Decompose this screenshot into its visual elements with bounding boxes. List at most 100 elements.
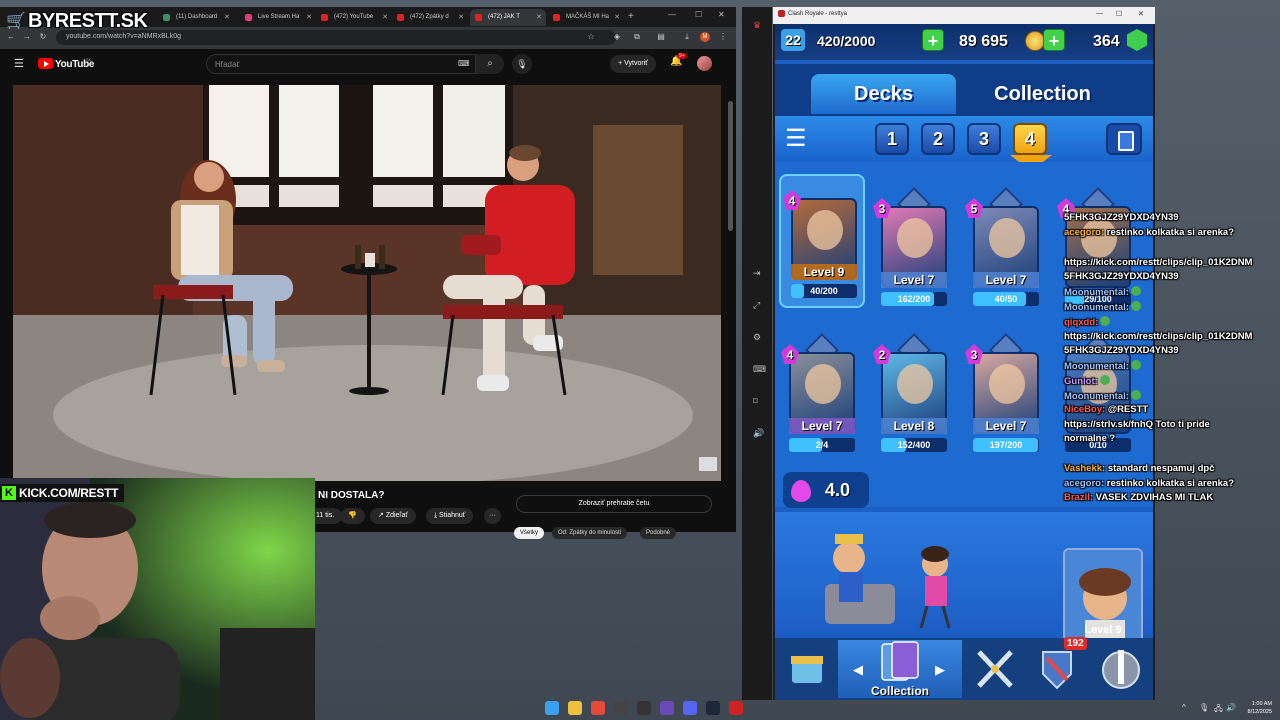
- tab-close-icon[interactable]: ✕: [306, 13, 312, 21]
- clock[interactable]: 1:00 AM 8/12/2025: [1236, 700, 1272, 716]
- profile-avatar[interactable]: M: [700, 32, 710, 42]
- tab-collection[interactable]: Collection: [965, 74, 1120, 114]
- keyboard-icon[interactable]: ⌨: [458, 59, 470, 68]
- menu-icon[interactable]: ☰: [14, 57, 24, 70]
- chat-username[interactable]: Moonumental:: [1064, 361, 1129, 372]
- maximize-icon[interactable]: ☐: [695, 10, 702, 19]
- new-tab-button[interactable]: +: [628, 11, 634, 22]
- speaker-icon[interactable]: 🔊: [1226, 703, 1236, 712]
- reload-icon[interactable]: ↻: [38, 32, 48, 42]
- filter-chip[interactable]: Všetky: [514, 527, 545, 539]
- browser-tab[interactable]: (11) Dashboard ✕: [158, 9, 234, 26]
- start-icon[interactable]: [545, 701, 559, 715]
- search-button[interactable]: ⌕: [476, 54, 504, 74]
- terminal-icon[interactable]: [614, 701, 628, 715]
- minimize-icon[interactable]: —: [1096, 10, 1103, 17]
- forward-icon[interactable]: →: [22, 32, 32, 42]
- add-gems-button[interactable]: +: [1043, 29, 1065, 51]
- back-icon[interactable]: ←: [6, 32, 16, 42]
- chat-username[interactable]: Moonumental:: [1064, 302, 1129, 313]
- file-explorer-icon[interactable]: [568, 701, 582, 715]
- discord-icon[interactable]: [683, 701, 697, 715]
- deck-menu-icon[interactable]: ☰: [785, 127, 813, 151]
- deck-card[interactable]: Level 7 3 197/200: [963, 330, 1049, 464]
- network-icon[interactable]: 🖧: [1214, 703, 1223, 717]
- search-input[interactable]: Hľadať: [206, 54, 476, 74]
- nav-events[interactable]: [1091, 640, 1151, 698]
- chat-replay-button[interactable]: Zobraziť prehratie četu: [516, 495, 712, 513]
- player-level[interactable]: 22: [781, 29, 805, 51]
- deck-card[interactable]: Level 9 4 40/200: [779, 174, 865, 308]
- tab-decks[interactable]: Decks: [811, 74, 956, 114]
- settings-icon[interactable]: ⚙: [753, 332, 761, 343]
- deck-card[interactable]: Level 7 4 2/4: [779, 330, 865, 464]
- download-button[interactable]: ⤓ Stiahnuť: [426, 508, 474, 524]
- close-icon[interactable]: ✕: [1138, 10, 1144, 18]
- tab-close-icon[interactable]: ✕: [458, 13, 464, 21]
- nav-prev-arrow-icon[interactable]: ◀: [853, 662, 863, 678]
- obs-icon[interactable]: [637, 701, 651, 715]
- tab-close-icon[interactable]: ✕: [382, 13, 388, 21]
- video-player[interactable]: [13, 85, 721, 481]
- deck-tab-1[interactable]: 1: [875, 123, 909, 155]
- deck-tab-2[interactable]: 2: [921, 123, 955, 155]
- dislike-button[interactable]: 👎: [340, 508, 365, 524]
- extension-icon[interactable]: ◈: [612, 32, 622, 42]
- minimize-icon[interactable]: —: [668, 10, 676, 19]
- download-icon[interactable]: ⤓: [682, 32, 692, 42]
- youtube-logo-icon[interactable]: [38, 58, 53, 69]
- label-icon[interactable]: ⌑: [753, 396, 758, 407]
- chat-username[interactable]: Vashekk:: [1064, 463, 1105, 474]
- tab-close-icon[interactable]: ✕: [614, 13, 620, 21]
- nav-shop[interactable]: [777, 640, 837, 698]
- nav-battle[interactable]: [965, 640, 1025, 698]
- more-button[interactable]: ···: [484, 508, 501, 524]
- chrome-icon[interactable]: [591, 701, 605, 715]
- chat-username[interactable]: Moonumental:: [1064, 287, 1129, 298]
- mic-icon[interactable]: 🎙: [512, 54, 532, 74]
- chat-username[interactable]: qiqxdd:: [1064, 317, 1098, 328]
- page-scrollbar[interactable]: [728, 101, 733, 231]
- browser-tab[interactable]: (472) YouTube ✕: [316, 9, 392, 26]
- tab-close-icon[interactable]: ✕: [224, 13, 230, 21]
- sidebar-icon[interactable]: ▤: [656, 32, 666, 42]
- close-icon[interactable]: ✕: [718, 10, 725, 19]
- chat-username[interactable]: NiceBoy:: [1064, 404, 1105, 415]
- deck-tab-4[interactable]: 4: [1013, 123, 1047, 155]
- steam-icon[interactable]: [706, 701, 720, 715]
- browser-tab[interactable]: MAČKÁŠ MI Ha ✕: [548, 9, 624, 26]
- puzzle-icon[interactable]: ⧉: [632, 32, 642, 42]
- filter-chip[interactable]: Podobné: [640, 527, 677, 539]
- copy-deck-button[interactable]: [1106, 123, 1142, 155]
- filter-chip[interactable]: Od: Zpátky do minulosti: [552, 527, 628, 539]
- create-button[interactable]: + Vytvoriť: [610, 55, 656, 73]
- volume-icon[interactable]: 🔊: [753, 428, 764, 439]
- chat-username[interactable]: Brazil:: [1064, 492, 1093, 503]
- chat-username[interactable]: acegoro:: [1064, 478, 1104, 489]
- deck-card[interactable]: Level 7 5 40/50: [963, 184, 1049, 318]
- chat-username[interactable]: Moonumental:: [1064, 391, 1129, 402]
- kebab-menu-icon[interactable]: ⋮: [718, 32, 728, 42]
- avatar[interactable]: [697, 56, 712, 71]
- tray-chevron-icon[interactable]: ^: [1182, 703, 1186, 712]
- nav-next-arrow-icon[interactable]: ▶: [935, 662, 945, 678]
- keyboard-icon[interactable]: ⌨: [753, 364, 766, 375]
- maximize-icon[interactable]: ☐: [1116, 10, 1122, 18]
- enter-icon[interactable]: ⇥: [753, 268, 761, 279]
- mic-tray-icon[interactable]: 🎙: [1199, 703, 1209, 712]
- share-button[interactable]: ↗ Zdieľať: [370, 508, 416, 524]
- resize-icon[interactable]: ⤢: [753, 300, 760, 311]
- deck-card[interactable]: Level 8 2 152/400: [871, 330, 957, 464]
- chat-username[interactable]: Guniot:: [1064, 376, 1098, 387]
- clash-royale-icon[interactable]: [729, 701, 743, 715]
- browser-tab[interactable]: (472) Zpátky d ✕: [392, 9, 468, 26]
- tab-close-icon[interactable]: ✕: [536, 13, 542, 21]
- deck-tab-3[interactable]: 3: [967, 123, 1001, 155]
- add-gold-button[interactable]: +: [922, 29, 944, 51]
- chat-username[interactable]: acegoro:: [1064, 227, 1104, 238]
- bookmark-star-icon[interactable]: ☆: [586, 32, 596, 42]
- browser-tab[interactable]: Live Stream Ha ✕: [240, 9, 316, 26]
- app-icon[interactable]: [660, 701, 674, 715]
- browser-tab[interactable]: (472) JAK T ✕: [470, 9, 546, 26]
- deck-card[interactable]: Level 7 3 162/200: [871, 184, 957, 318]
